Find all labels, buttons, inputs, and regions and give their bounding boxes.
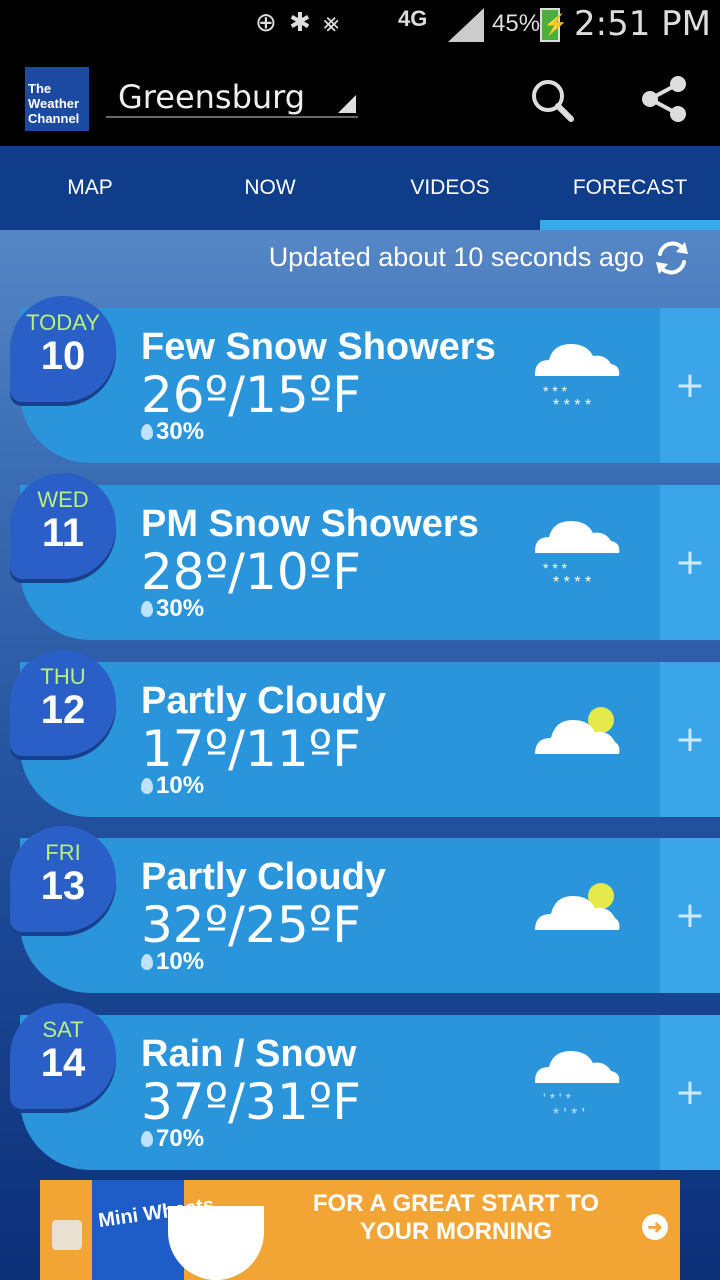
share-icon[interactable] [640,74,688,124]
network-type: 4G [398,6,428,31]
day-label: FRI [45,840,81,865]
condition-text: Partly Cloudy [141,680,386,722]
condition-text: Rain / Snow [141,1033,357,1075]
raindrop-icon [141,601,153,617]
precip-chance: 30% [141,595,204,623]
precip-chance: 30% [141,418,204,446]
date-number: 13 [40,864,86,908]
temperature-range: 26º/15ºF [141,366,361,424]
tab-bar: MAP NOW VIDEOS FORECAST [0,146,720,230]
expand-button[interactable]: + [660,308,720,463]
date-number: 14 [40,1041,86,1085]
day-label: SAT [42,1017,84,1042]
forecast-row-body[interactable]: Partly Cloudy 32º/25ºF 10% [20,838,660,993]
precip-value: 30% [156,595,205,622]
svg-text:* ' * ': * ' * ' [553,1106,585,1123]
location-dropdown[interactable]: Greensburg [106,68,358,118]
temperature-range: 37º/31ºF [141,1073,361,1131]
clock: 2:51 PM [574,4,711,44]
forecast-row-today[interactable]: Few Snow Showers 26º/15ºF 30% * * * * * … [10,296,720,463]
raindrop-icon [141,778,153,794]
temperature-range: 17º/11ºF [141,720,361,778]
location-name: Greensburg [118,78,306,116]
precip-value: 10% [156,948,205,975]
temperature-range: 32º/25ºF [141,896,361,954]
raindrop-icon [141,424,153,440]
svg-text:' * ' *: ' * ' * [543,1090,571,1106]
battery-icon [540,8,568,42]
search-icon[interactable] [530,78,574,122]
temperature-range: 28º/10ºF [141,543,361,601]
tab-forecast[interactable]: FORECAST [540,146,720,230]
forecast-row-body[interactable]: Rain / Snow 37º/31ºF 70% ' * ' * * ' * ' [20,1015,660,1170]
tab-map[interactable]: MAP [0,146,180,230]
precip-chance: 10% [141,772,204,800]
day-badge: SAT 14 [10,1003,116,1109]
precip-value: 30% [156,418,205,445]
day-badge: TODAY 10 [10,296,116,402]
expand-button[interactable]: + [660,485,720,640]
condition-text: Few Snow Showers [141,326,496,368]
ad-headline-line1: FOR A GREAT START TO [312,1190,600,1217]
raindrop-icon [141,1131,153,1147]
forecast-row-body[interactable]: Few Snow Showers 26º/15ºF 30% * * * * * … [20,308,660,463]
precip-chance: 10% [141,948,204,976]
forecast-row-fri[interactable]: Partly Cloudy 32º/25ºF 10% FRI 13 + [10,826,720,993]
svg-text:* * * *: * * * * [553,574,591,591]
forecast-row-body[interactable]: PM Snow Showers 28º/10ºF 30% * * * * * *… [20,485,660,640]
forecast-row-sat[interactable]: Rain / Snow 37º/31ºF 70% ' * ' * * ' * '… [10,1003,720,1170]
status-icons: ⊕ ✱ ⨳ [255,8,342,38]
refresh-icon[interactable] [652,238,692,278]
arrow-right-icon[interactable]: ➜ [642,1214,668,1240]
condition-text: Partly Cloudy [141,856,386,898]
ad-banner[interactable]: Mini Wheats FOR A GREAT START TO YOUR MO… [40,1180,680,1280]
signal-icon [448,8,484,42]
cereal-mascot-icon [52,1220,82,1250]
tab-videos[interactable]: VIDEOS [360,146,540,230]
svg-text:* * * *: * * * * [553,397,591,414]
tab-now[interactable]: NOW [180,146,360,230]
date-number: 10 [40,334,86,378]
precip-value: 10% [156,772,205,799]
partly-cloudy-icon [535,883,620,930]
updated-timestamp: Updated about 10 seconds ago [268,242,644,272]
ad-headline-line2: YOUR MORNING [360,1218,552,1245]
condition-text: PM Snow Showers [141,503,479,545]
date-number: 11 [41,511,85,555]
app-bar: The Weather Channel Greensburg [0,50,720,146]
snow-cloud-icon: * * * * * * * [535,344,620,414]
snow-cloud-icon: * * * * * * * [535,521,620,591]
day-badge: THU 12 [10,650,116,756]
date-number: 12 [40,688,86,732]
forecast-row-wed[interactable]: PM Snow Showers 28º/10ºF 30% * * * * * *… [10,473,720,640]
day-label: TODAY [26,310,100,335]
expand-button[interactable]: + [660,1015,720,1170]
day-label: WED [37,487,89,512]
logo-text-line3: Channel [28,111,80,126]
raindrop-icon [141,954,153,970]
forecast-row-thu[interactable]: Partly Cloudy 17º/11ºF 10% THU 12 + [10,650,720,817]
precip-chance: 70% [141,1125,204,1153]
ad-headline: FOR A GREAT START TO YOUR MORNING [276,1190,636,1246]
day-badge: FRI 13 [10,826,116,932]
logo-text-line1: The [28,81,52,96]
precip-value: 70% [156,1125,205,1152]
day-badge: WED 11 [10,473,116,579]
forecast-row-body[interactable]: Partly Cloudy 17º/11ºF 10% [20,662,660,817]
status-bar: ⊕ ✱ ⨳ 4G 45% 2:51 PM [0,0,720,50]
battery-percent: 45% [492,10,541,37]
logo-text-line2: Weather [28,96,80,111]
day-label: THU [40,664,86,689]
expand-button[interactable]: + [660,838,720,993]
expand-button[interactable]: + [660,662,720,817]
partly-cloudy-icon [535,707,620,754]
weather-channel-logo[interactable]: The Weather Channel [25,67,89,131]
rain-snow-icon: ' * ' * * ' * ' [535,1051,620,1123]
dropdown-arrow-icon [338,95,356,113]
